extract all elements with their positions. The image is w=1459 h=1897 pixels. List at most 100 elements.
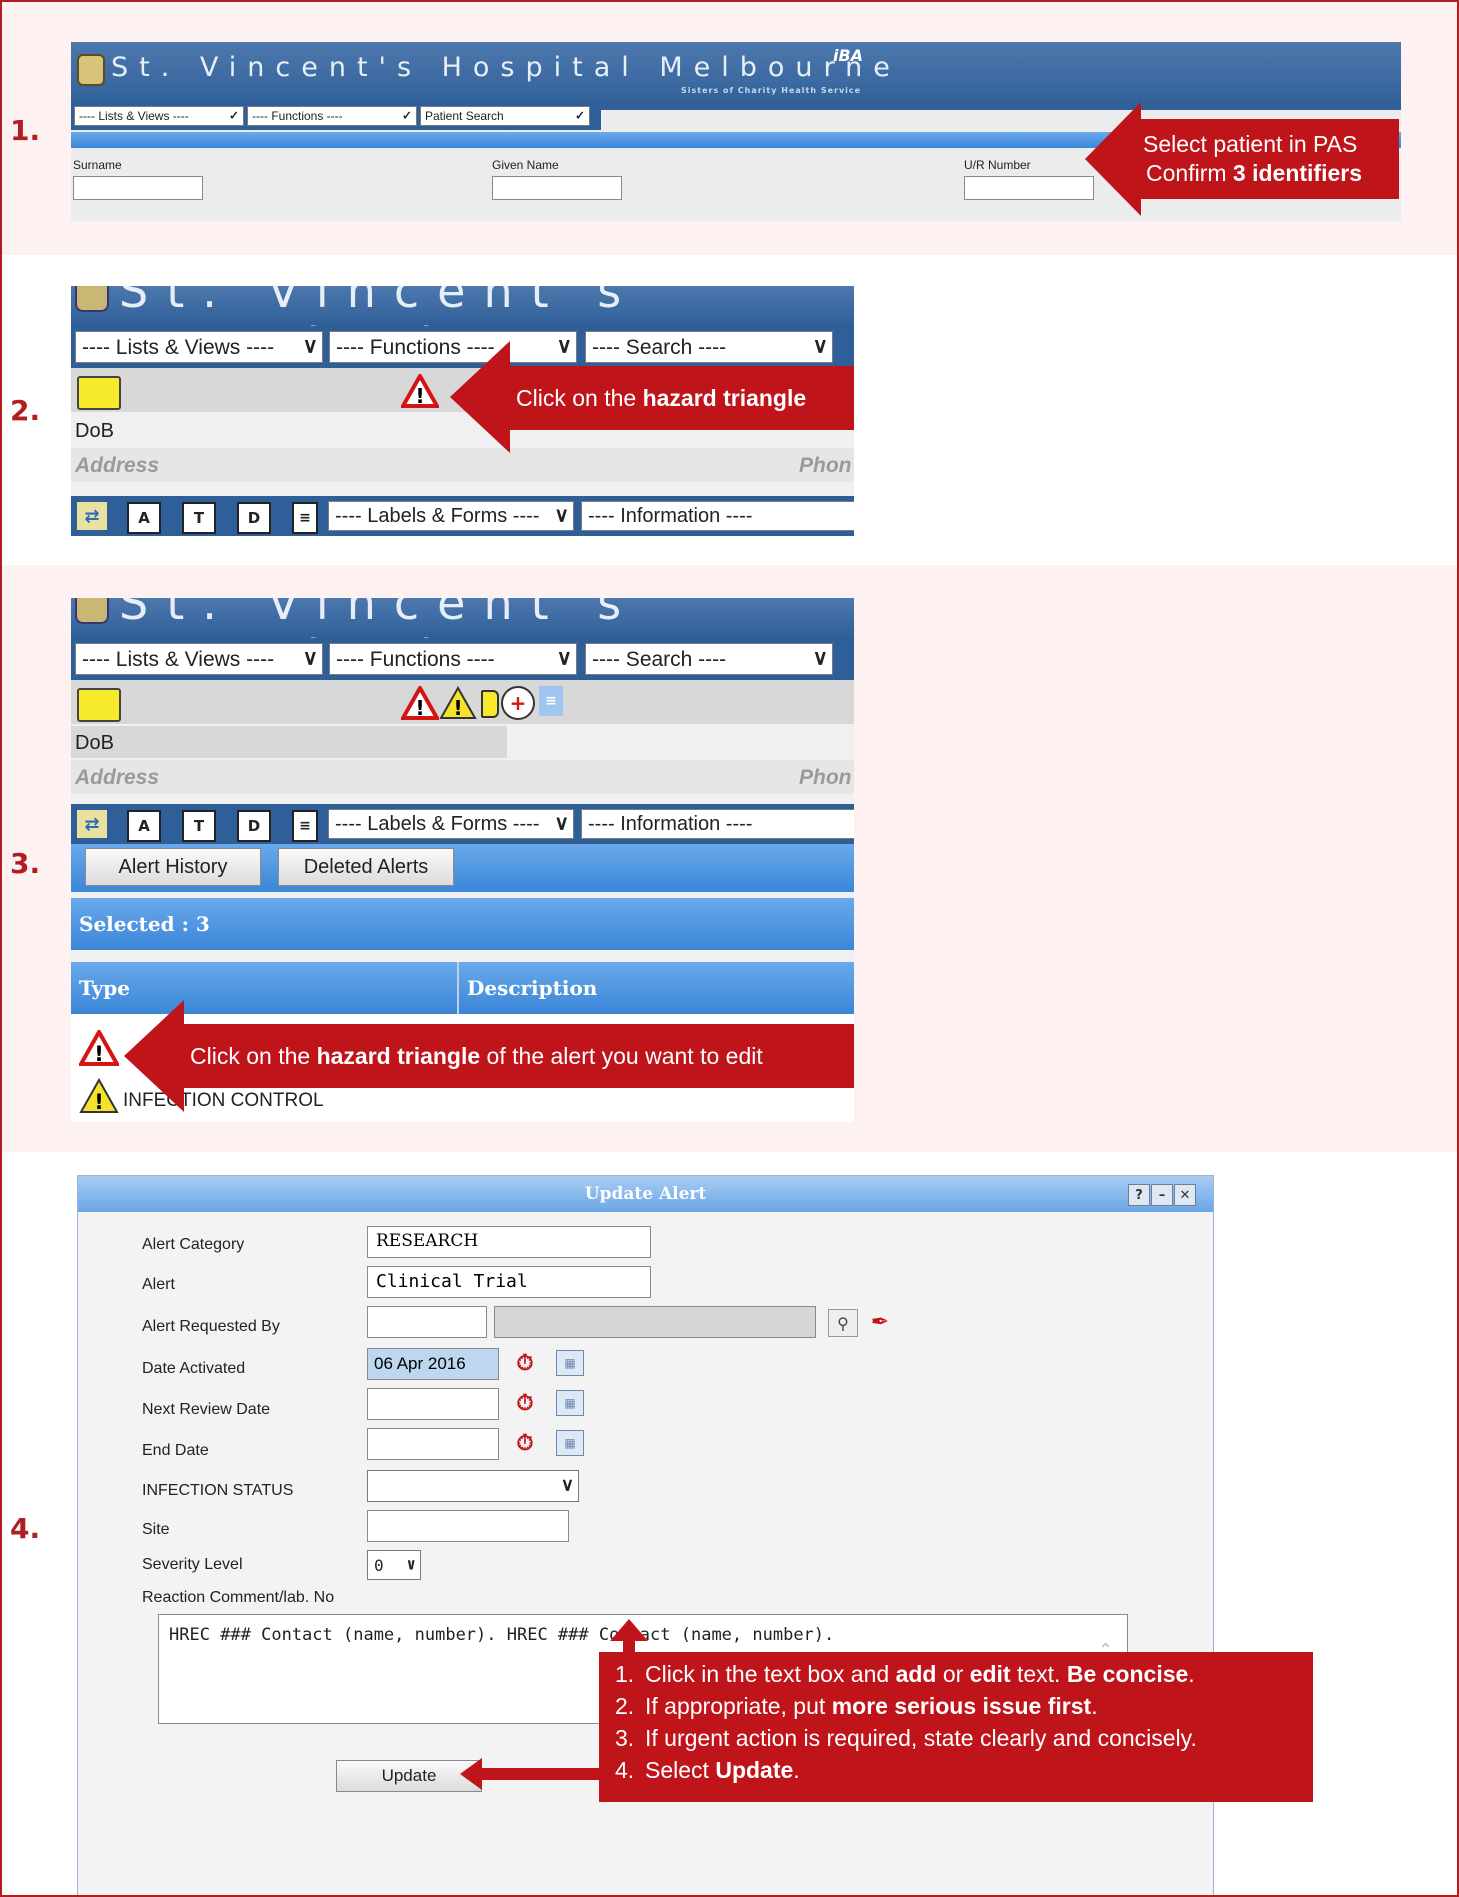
hazard-triangle-icon[interactable]: ! (401, 686, 439, 720)
close-icon[interactable]: ✕ (1174, 1184, 1196, 1206)
calendar-icon[interactable]: ▦ (556, 1430, 584, 1456)
callout-item-number: 2. (615, 1693, 635, 1719)
t-edit-icon[interactable]: T (182, 502, 216, 534)
site-input[interactable] (367, 1510, 569, 1542)
lists-views-select[interactable]: ---- Lists & Views ---- ∨ (75, 331, 323, 363)
hazard-triangle-icon[interactable]: ! (401, 374, 439, 408)
callout-item-number: 4. (615, 1757, 635, 1783)
folder-icon[interactable] (77, 688, 121, 722)
medical-kit-icon[interactable]: + (501, 686, 535, 720)
lists-views-label: ---- Lists & Views ---- (82, 648, 275, 671)
chevron-down-icon: ∨ (812, 334, 828, 358)
banner-subtitle: Sisters of Charity Health Service (681, 86, 862, 95)
minimize-icon[interactable]: – (1151, 1184, 1173, 1206)
folder-icon[interactable] (77, 376, 121, 410)
severity-value: 0 (374, 1556, 384, 1575)
requested-by-code-input[interactable] (367, 1306, 487, 1338)
callout-item-number: 3. (615, 1725, 635, 1751)
given-name-input[interactable] (492, 176, 622, 200)
severity-level-label: Severity Level (142, 1556, 243, 1573)
instruction-sheet: 1. St. Vincent's Hospital Melbourne Sist… (0, 0, 1459, 1897)
surname-label: Surname (73, 158, 122, 172)
callout-bold-run: add (895, 1661, 937, 1687)
stopwatch-icon[interactable]: ⏱ (510, 1348, 540, 1378)
swap-icon[interactable]: ⇄ (77, 810, 107, 838)
date-activated-label: Date Activated (142, 1360, 246, 1377)
next-review-date-input[interactable] (367, 1388, 499, 1420)
callout-text-run: . (1091, 1693, 1098, 1719)
chevron-down-icon: ∨ (812, 646, 828, 670)
date-activated-input[interactable]: 06 Apr 2016 (367, 1348, 499, 1380)
swap-icon[interactable]: ⇄ (77, 502, 107, 530)
labels-forms-select[interactable]: ---- Labels & Forms ---- ∨ (328, 809, 574, 839)
callout-line1: Select patient in PAS (1143, 131, 1358, 157)
information-select[interactable]: ---- Information ---- (581, 501, 854, 531)
callout-bold: hazard triangle (316, 1042, 481, 1069)
d-edit-icon[interactable]: D (237, 810, 271, 842)
surname-input[interactable] (73, 176, 203, 200)
a-edit-icon[interactable]: A (127, 810, 161, 842)
infection-status-label: INFECTION STATUS (142, 1482, 294, 1499)
alert-history-button[interactable]: Alert History (85, 848, 261, 886)
hazard-triangle-icon[interactable]: ! (79, 1030, 119, 1066)
information-select[interactable]: ---- Information ---- (581, 809, 854, 839)
callout-text: Click on the (190, 1042, 317, 1069)
t-edit-icon[interactable]: T (182, 810, 216, 842)
hospital-crest-icon (75, 598, 109, 624)
chevron-down-icon: ∨ (560, 1474, 574, 1495)
lists-views-label: ---- Lists & Views ---- (79, 109, 189, 123)
warning-triangle-icon[interactable]: ! (79, 1078, 119, 1114)
search-select[interactable]: ---- Search ---- ∨ (585, 331, 833, 363)
calendar-icon[interactable]: ▦ (556, 1390, 584, 1416)
functions-select[interactable]: ---- Functions ---- ✓ (247, 106, 417, 126)
selected-count: Selected : 3 (79, 912, 210, 936)
notes-icon[interactable]: ≡ (292, 810, 318, 842)
eraser-icon[interactable]: ✒ (866, 1309, 894, 1335)
functions-label: ---- Functions ---- (252, 109, 343, 123)
phone-label: Phon (799, 454, 852, 477)
chevron-down-icon: ✓ (401, 108, 412, 123)
callout-item: 1. Click in the text box and add or edit … (615, 1658, 1313, 1690)
alert-category-field[interactable]: RESEARCH (367, 1226, 651, 1258)
d-edit-icon[interactable]: D (237, 502, 271, 534)
requested-by-name-input[interactable] (494, 1306, 816, 1338)
end-date-input[interactable] (367, 1428, 499, 1460)
reaction-comment-label: Reaction Comment/lab. No (142, 1589, 335, 1606)
notes-icon[interactable]: ≡ (292, 502, 318, 534)
svg-text:!: ! (415, 384, 424, 408)
deleted-alerts-button[interactable]: Deleted Alerts (278, 848, 454, 886)
functions-select[interactable]: ---- Functions ---- ∨ (329, 643, 577, 675)
search-icon[interactable]: ⚲ (828, 1309, 858, 1337)
callout-bold: hazard triangle (642, 384, 807, 411)
note-icon[interactable] (481, 690, 499, 718)
svg-text:!: ! (415, 696, 424, 720)
a-edit-icon[interactable]: A (127, 502, 161, 534)
alert-field[interactable]: Clinical Trial (367, 1266, 651, 1298)
ur-number-input[interactable] (964, 176, 1094, 200)
lists-views-select[interactable]: ---- Lists & Views ---- ∨ (75, 643, 323, 675)
callout-bold-run: Be concise (1066, 1661, 1189, 1687)
callout-item-text: If urgent action is required, state clea… (645, 1725, 1197, 1751)
address-label: Address (75, 454, 160, 477)
calendar-icon[interactable]: ▦ (556, 1350, 584, 1376)
patient-search-label: Patient Search (425, 109, 504, 123)
alert-requested-by-label: Alert Requested By (142, 1318, 280, 1335)
chevron-down-icon: ∨ (302, 334, 318, 358)
document-icon[interactable]: ≡ (539, 686, 563, 716)
chevron-down-icon: ∨ (554, 504, 569, 527)
callout-arrow-icon (1085, 102, 1141, 216)
warning-triangle-icon[interactable]: ! (439, 686, 477, 720)
lists-views-select[interactable]: ---- Lists & Views ---- ✓ (74, 106, 244, 126)
infection-status-select[interactable]: ∨ (367, 1470, 579, 1502)
callout-text-run: or (936, 1661, 970, 1687)
labels-forms-select[interactable]: ---- Labels & Forms ---- ∨ (328, 501, 574, 531)
search-select[interactable]: ---- Search ---- ∨ (585, 643, 833, 675)
callout-item-text: Select Update. (645, 1757, 800, 1783)
stopwatch-icon[interactable]: ⏱ (510, 1388, 540, 1418)
stopwatch-icon[interactable]: ⏱ (510, 1428, 540, 1458)
dob-row-bg (71, 726, 507, 758)
patient-search-select[interactable]: Patient Search ✓ (420, 106, 590, 126)
help-icon[interactable]: ? (1128, 1184, 1150, 1206)
end-date-label: End Date (142, 1442, 209, 1459)
severity-level-select[interactable]: 0 ∨ (367, 1550, 421, 1580)
